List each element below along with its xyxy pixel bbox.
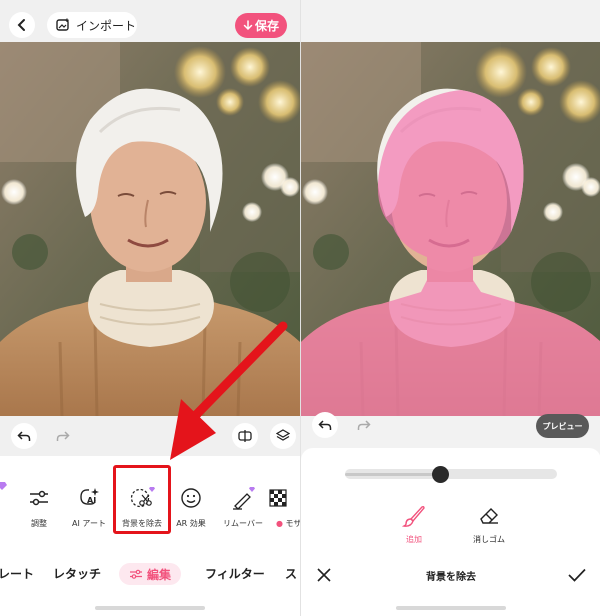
tab-edit[interactable]: 編集 [119,563,181,585]
mode-label: 追加 [406,535,422,544]
redo-button[interactable] [50,423,76,449]
chevron-left-icon [17,19,25,31]
smiley-icon [181,488,201,508]
home-indicator [396,606,506,610]
panel-title: 背景を除去 [426,572,476,583]
tool-label: 調整 [31,519,47,528]
import-button[interactable]: インポート [47,12,137,38]
tab-more[interactable]: ス [285,565,297,582]
tool-label: AR 効果 [176,519,206,528]
new-dot: ● [276,519,286,528]
tab-filter[interactable]: フィルター [205,565,265,582]
tab-retouch[interactable]: レタッチ [53,565,101,582]
premium-gem-icon [0,482,7,490]
canvas-controls [0,416,300,456]
undo-icon [318,420,332,430]
photo-canvas-masked[interactable] [301,42,600,416]
photo-canvas[interactable] [0,42,300,416]
eraser-pen-icon [233,487,255,510]
compare-icon [238,430,252,442]
brush-size-fill [345,473,441,476]
preview-button[interactable]: プレビュー [536,414,589,438]
mode-add[interactable]: 追加 [384,505,444,545]
mosaic-icon [269,489,287,507]
home-indicator [95,606,205,610]
save-button[interactable]: 保存 [235,13,287,38]
download-icon [243,20,253,31]
top-bar: インポート 保存 [0,0,300,42]
mode-eraser[interactable]: 消しゴム [459,505,519,545]
ai-art-icon: AI [80,488,99,505]
sliders-icon [129,569,142,579]
image-add-icon [56,18,69,31]
back-button[interactable] [9,12,35,38]
layers-icon [276,429,290,441]
undo-button[interactable] [312,412,338,438]
sliders-icon [30,490,48,506]
top-bar [301,0,600,42]
mode-label: 消しゴム [473,535,505,544]
eraser-icon [480,508,498,524]
tool-mosaic[interactable]: ● モザ [268,484,300,544]
svg-text:AI: AI [87,496,96,505]
undo-icon [17,431,31,441]
save-label: 保存 [254,19,279,33]
import-label: インポート [76,18,137,33]
brush-size-knob[interactable] [431,466,449,483]
tool-label: リムーバー [223,519,263,528]
tool-label-text: モザ [285,519,300,528]
highlight-box [113,465,171,534]
tool-label: AI アート [72,519,106,528]
tab-template[interactable]: レート [0,565,34,582]
redo-icon [56,431,70,441]
brush-icon [402,505,425,527]
compare-button[interactable] [232,423,258,449]
tool-label: ● モザ [276,518,300,529]
redo-button[interactable] [351,412,377,438]
tool-ai-art[interactable]: AI AI アート [60,484,118,544]
tool-remover[interactable]: リムーバー [214,484,272,544]
redo-icon [357,420,371,430]
left-screen: インポート 保存 調整 AI AI アート 背景を除去 AR 効果 リムーバー … [0,0,300,616]
layers-button[interactable] [270,423,296,449]
tab-edit-label: 編集 [146,567,171,582]
undo-button[interactable] [11,423,37,449]
right-screen: プレビュー 追加 消しゴム 背景を除去 [300,0,600,616]
